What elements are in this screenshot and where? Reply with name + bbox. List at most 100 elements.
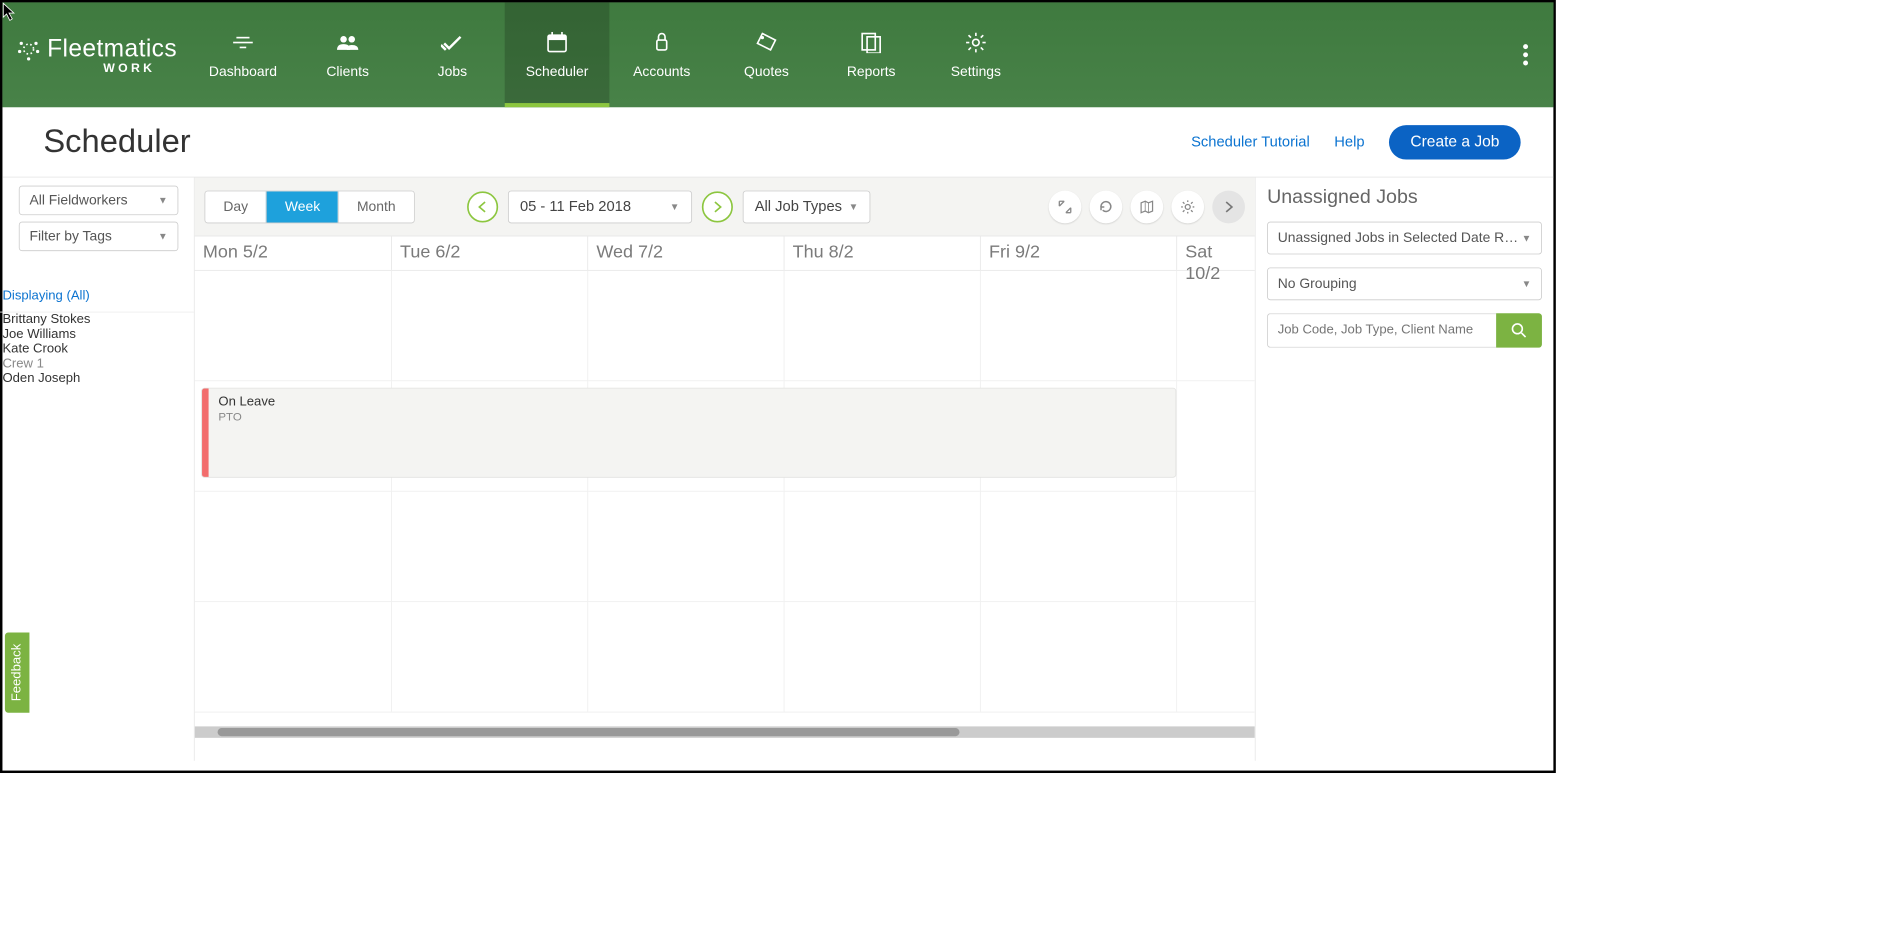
job-search-input[interactable] [1267,313,1496,347]
fieldworkers-filter[interactable]: All Fieldworkers ▼ [19,186,179,215]
brand-logo[interactable]: Fleetmatics WORK [2,2,190,107]
settings-icon [965,29,986,55]
nav-reports[interactable]: Reports [819,2,924,107]
map-icon-button[interactable] [1130,190,1163,223]
worker-name: Kate Crook [2,342,193,357]
help-link[interactable]: Help [1334,133,1364,150]
grid-body: On Leave PTO [195,271,1255,761]
job-type-label: All Job Types [755,198,842,215]
view-segmented: Day Week Month [205,190,415,223]
scheduler-icon [546,29,567,55]
more-menu-icon[interactable] [1522,43,1529,66]
nav-label: Clients [326,64,369,80]
left-column: All Fieldworkers ▼ Filter by Tags ▼ Disp… [2,178,194,761]
nav-settings[interactable]: Settings [924,2,1029,107]
tags-filter-label: Filter by Tags [29,228,111,244]
prev-range-button[interactable] [467,191,498,222]
nav-jobs[interactable]: Jobs [400,2,505,107]
nav-label: Quotes [744,64,789,80]
displaying-all-link[interactable]: Displaying (All) [0,277,194,312]
create-job-button[interactable]: Create a Job [1389,125,1521,159]
grouping-dropdown[interactable]: No Grouping ▼ [1267,267,1542,300]
main-area: Day Week Month 05 - 11 Feb 2018 ▼ All Jo… [195,178,1255,761]
dashboard-icon [231,29,254,55]
nav-clients[interactable]: Clients [295,2,400,107]
refresh-icon-button[interactable] [1090,190,1123,223]
accounts-icon [653,29,671,55]
worker-name-cell: Kate Crook Crew 1 [2,342,193,371]
quotes-icon [755,29,778,55]
brand-logo-icon [16,36,41,61]
tags-filter[interactable]: Filter by Tags ▼ [19,222,179,251]
day-header: Fri 9/2 [980,236,1176,270]
jobs-icon [441,29,464,55]
scrollbar-thumb[interactable] [218,728,960,736]
clients-icon [335,29,360,55]
date-range-label: 05 - 11 Feb 2018 [520,198,631,215]
cursor-icon [2,2,17,22]
nav-scheduler[interactable]: Scheduler [505,2,610,107]
nav-label: Jobs [438,64,467,80]
unassigned-range-dropdown[interactable]: Unassigned Jobs in Selected Date Ra... ▼ [1267,222,1542,255]
nav-label: Settings [951,64,1001,80]
grid-row[interactable] [195,492,1255,602]
nav-label: Accounts [633,64,690,80]
next-range-button[interactable] [702,191,733,222]
content: All Fieldworkers ▼ Filter by Tags ▼ Disp… [2,178,1553,761]
gear-icon-button[interactable] [1171,190,1204,223]
day-header: Wed 7/2 [587,236,783,270]
reports-icon [861,29,882,55]
nav-label: Scheduler [526,64,589,80]
nav-accounts[interactable]: Accounts [609,2,714,107]
nav-label: Dashboard [209,64,277,80]
subheader: Scheduler Scheduler Tutorial Help Create… [2,107,1553,177]
day-header: Tue 6/2 [391,236,587,270]
brand-name: Fleetmatics [47,35,177,63]
day-header: Thu 8/2 [784,236,980,270]
job-search-button[interactable] [1496,313,1542,347]
caret-down-icon: ▼ [670,201,680,212]
worker-name-cell: Brittany Stokes [2,312,193,327]
worker-sub: Crew 1 [2,357,193,372]
unassigned-jobs-panel: Unassigned Jobs Unassigned Jobs in Selec… [1255,178,1554,761]
search-icon [1511,322,1527,338]
caret-down-icon: ▼ [1522,232,1532,243]
nav-label: Reports [847,64,896,80]
event-title: On Leave [218,395,275,410]
grid-row[interactable] [195,602,1255,712]
collapse-panel-button[interactable] [1212,190,1245,223]
date-range-picker[interactable]: 05 - 11 Feb 2018 ▼ [508,190,692,223]
expand-icon-button[interactable] [1049,190,1082,223]
fieldworkers-filter-label: All Fieldworkers [29,192,127,208]
worker-name: Oden Joseph [2,371,193,386]
day-headers: Mon 5/2 Tue 6/2 Wed 7/2 Thu 8/2 Fri 9/2 … [195,236,1255,270]
caret-down-icon: ▼ [849,201,859,212]
unassigned-jobs-title: Unassigned Jobs [1267,186,1542,209]
nav-items: Dashboard Clients Jobs Scheduler Account… [191,2,1029,107]
nav-quotes[interactable]: Quotes [714,2,819,107]
day-header: Sat 10/2 [1176,236,1258,270]
worker-name-cell: Oden Joseph [2,371,193,386]
nav-dashboard[interactable]: Dashboard [191,2,296,107]
worker-name: Joe Williams [2,327,193,342]
view-week[interactable]: Week [266,191,338,222]
feedback-tab[interactable]: Feedback [5,632,30,712]
grid-row[interactable] [195,271,1255,381]
caret-down-icon: ▼ [1522,278,1532,289]
view-month[interactable]: Month [338,191,413,222]
event-subtitle: PTO [218,410,275,423]
grid-row[interactable]: On Leave PTO [195,381,1255,491]
view-day[interactable]: Day [205,191,266,222]
unassigned-range-label: Unassigned Jobs in Selected Date Ra... [1278,230,1522,246]
horizontal-scrollbar[interactable] [195,726,1255,737]
caret-down-icon: ▼ [158,231,168,242]
brand-subname: WORK [103,61,155,75]
job-type-filter[interactable]: All Job Types ▼ [742,190,870,223]
toolbar: Day Week Month 05 - 11 Feb 2018 ▼ All Jo… [195,178,1255,237]
grouping-label: No Grouping [1278,276,1357,292]
page-title: Scheduler [43,124,190,161]
event-on-leave[interactable]: On Leave PTO [201,388,1176,478]
worker-name: Brittany Stokes [2,312,193,327]
scheduler-tutorial-link[interactable]: Scheduler Tutorial [1191,133,1310,150]
caret-down-icon: ▼ [158,195,168,206]
